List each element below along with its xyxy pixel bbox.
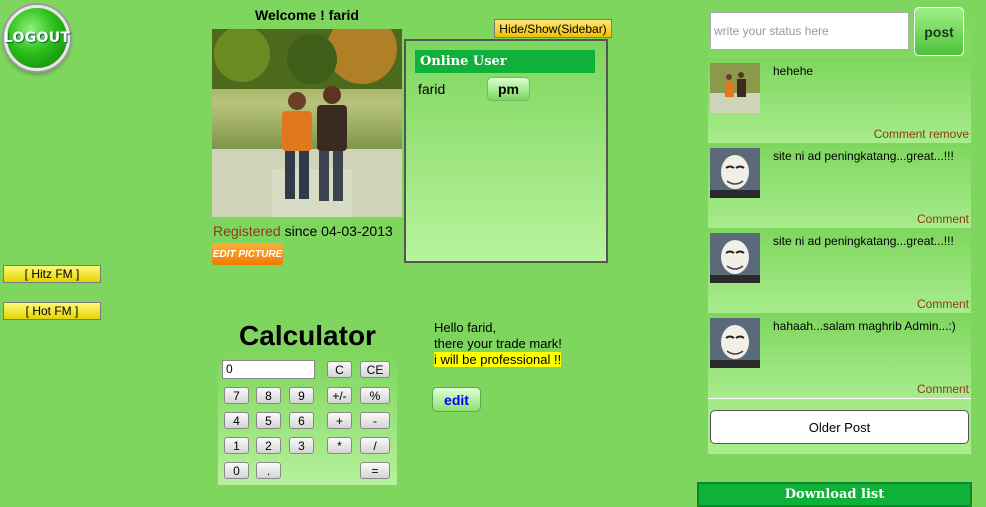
mask-avatar-icon — [710, 318, 760, 368]
motto-highlight: i will be professional !! — [434, 352, 562, 367]
post-comment-link[interactable]: Comment — [917, 212, 969, 226]
mask-avatar-icon — [710, 233, 760, 283]
motto-text: Hello farid, there your trade mark! i wi… — [434, 320, 562, 368]
post-avatar — [710, 148, 760, 198]
post-avatar — [710, 63, 760, 113]
post-comment-link[interactable]: Comment — [917, 297, 969, 311]
post-button[interactable]: post — [914, 7, 964, 56]
edit-motto-button[interactable]: edit — [432, 387, 481, 412]
post-avatar-image — [710, 63, 760, 113]
older-post-button[interactable]: Older Post — [710, 410, 969, 444]
feed-post: site ni ad peningkatang...great...!!! Co… — [708, 228, 971, 314]
post-text: site ni ad peningkatang...great...!!! — [773, 149, 954, 163]
feed-post: hahaah...salam maghrib Admin...:) Commen… — [708, 313, 971, 399]
calc-key-6[interactable]: 6 — [289, 412, 314, 429]
calc-key-8[interactable]: 8 — [256, 387, 281, 404]
calc-key-ce[interactable]: CE — [360, 361, 390, 378]
calc-key-percent[interactable]: % — [360, 387, 390, 404]
mask-avatar-icon — [710, 148, 760, 198]
registered-info: Registered since 04-03-2013 — [213, 223, 393, 239]
post-text: hehehe — [773, 64, 814, 78]
post-comment-link[interactable]: Comment remove — [874, 127, 969, 141]
calc-key-equals[interactable]: = — [360, 462, 390, 479]
online-users-header: Online User — [415, 50, 595, 73]
logout-button[interactable]: LOGOUT — [4, 5, 70, 71]
calc-key-5[interactable]: 5 — [256, 412, 281, 429]
calc-key-4[interactable]: 4 — [224, 412, 249, 429]
calc-key-c[interactable]: C — [327, 361, 352, 378]
toggle-sidebar-button[interactable]: Hide/Show(Sidebar) — [494, 19, 612, 38]
profile-photo-image — [212, 29, 402, 217]
hitz-fm-button[interactable]: [ Hitz FM ] — [3, 265, 101, 283]
online-users-panel: Online User farid pm — [404, 39, 608, 263]
post-comment-link[interactable]: Comment — [917, 382, 969, 396]
welcome-text: Welcome ! farid — [255, 7, 359, 23]
calc-key-9[interactable]: 9 — [289, 387, 314, 404]
calc-key-0[interactable]: 0 — [224, 462, 249, 479]
calc-key-dot[interactable]: . — [256, 462, 281, 479]
feed-post: site ni ad peningkatang...great...!!! Co… — [708, 143, 971, 229]
edit-picture-button[interactable]: EDIT PICTURE — [212, 243, 283, 265]
feed-post: hehehe Comment remove — [708, 58, 971, 144]
download-list-button[interactable]: Download list — [697, 482, 972, 507]
status-feed: post hehehe Comment remove sit — [708, 0, 971, 454]
motto-line-2: there your trade mark! — [434, 336, 562, 351]
calculator-display[interactable]: 0 — [222, 360, 315, 379]
profile-photo — [212, 29, 402, 217]
motto-line-1: Hello farid, — [434, 320, 497, 335]
calc-key-plus-minus[interactable]: +/- — [327, 387, 352, 404]
calc-key-3[interactable]: 3 — [289, 437, 314, 454]
post-avatar — [710, 318, 760, 368]
calc-key-1[interactable]: 1 — [224, 437, 249, 454]
calc-key-2[interactable]: 2 — [256, 437, 281, 454]
hot-fm-button[interactable]: [ Hot FM ] — [3, 302, 101, 320]
post-text: hahaah...salam maghrib Admin...:) — [773, 319, 956, 333]
online-user-name[interactable]: farid — [418, 81, 445, 97]
status-input[interactable] — [710, 12, 909, 50]
calc-key-7[interactable]: 7 — [224, 387, 249, 404]
post-text: site ni ad peningkatang...great...!!! — [773, 234, 954, 248]
calc-key-plus[interactable]: + — [327, 412, 352, 429]
calc-key-divide[interactable]: / — [360, 437, 390, 454]
post-avatar — [710, 233, 760, 283]
pm-button[interactable]: pm — [487, 77, 530, 101]
calculator: 0 C CE 7 8 9 +/- % 4 5 6 + - 1 2 3 * / 0… — [218, 355, 397, 485]
registered-label: Registered — [213, 223, 281, 239]
calc-key-multiply[interactable]: * — [327, 437, 352, 454]
calc-key-minus[interactable]: - — [360, 412, 390, 429]
registered-date: since 04-03-2013 — [280, 223, 393, 239]
calculator-title: Calculator — [239, 320, 376, 351]
